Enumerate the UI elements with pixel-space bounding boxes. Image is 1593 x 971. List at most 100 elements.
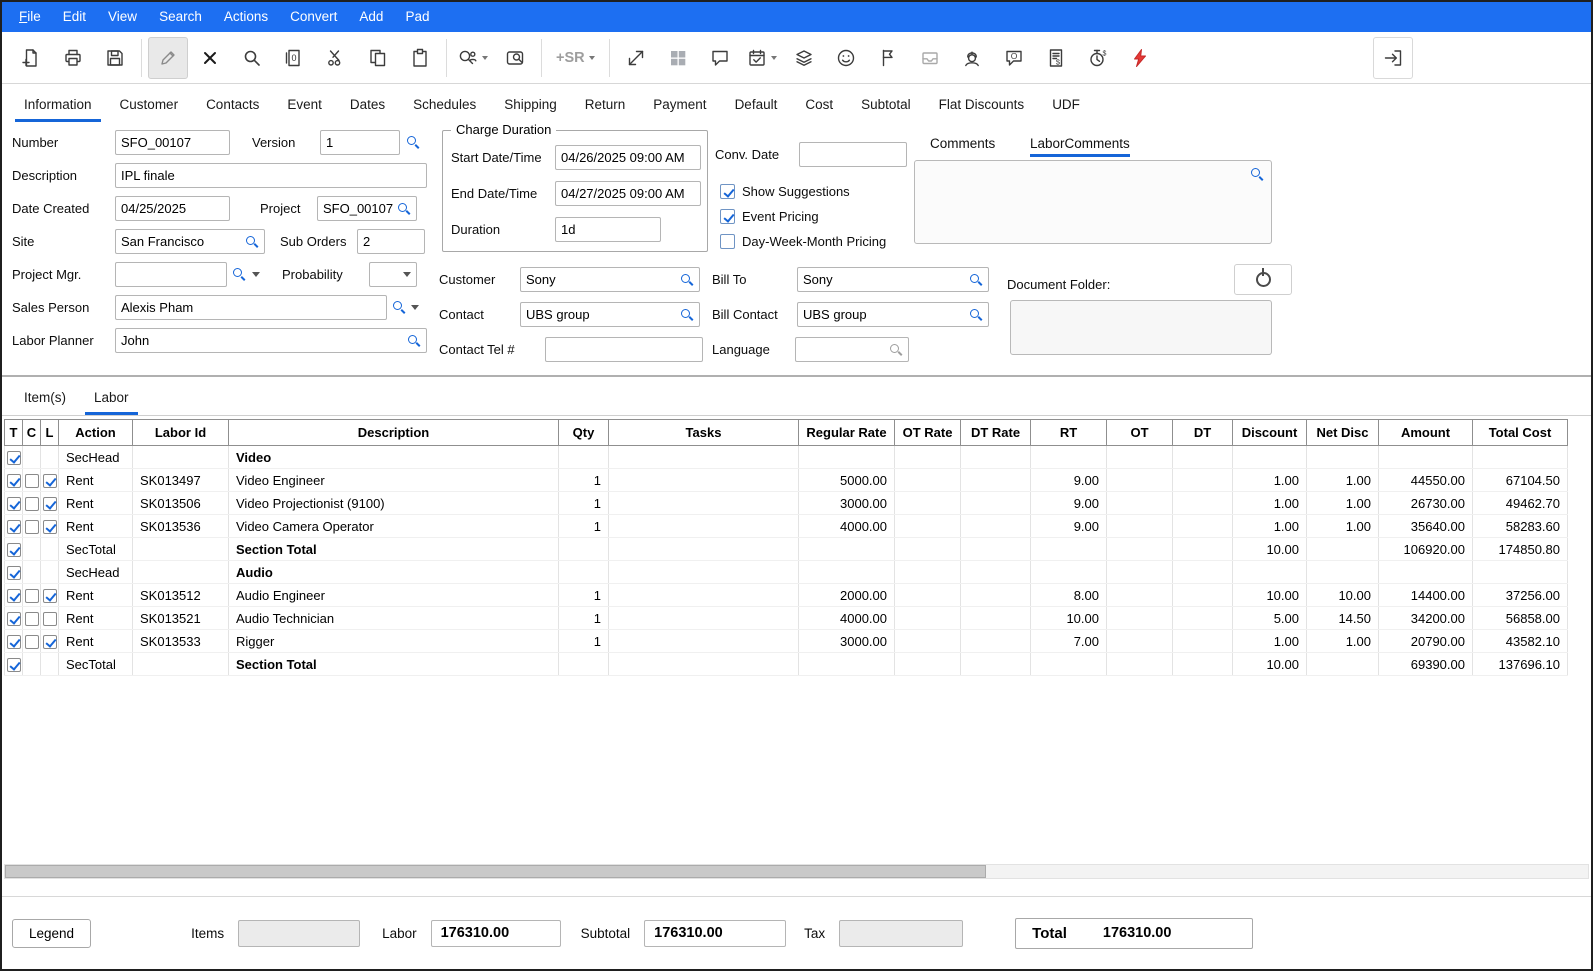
column-header-ot[interactable]: OT <box>1107 420 1173 446</box>
column-header-qty[interactable]: Qty <box>559 420 609 446</box>
column-header-action[interactable]: Action <box>59 420 133 446</box>
copy-button[interactable] <box>358 37 398 79</box>
row-checkbox-t[interactable] <box>7 520 21 534</box>
cell-check-l[interactable] <box>41 607 59 630</box>
contact-tel-field[interactable] <box>545 337 703 362</box>
row-checkbox-c[interactable] <box>25 474 39 488</box>
comment-button[interactable] <box>700 37 740 79</box>
row-checkbox-t[interactable] <box>7 589 21 603</box>
row-checkbox-c[interactable] <box>25 612 39 626</box>
print-button[interactable] <box>53 37 93 79</box>
view-find-button[interactable] <box>495 37 535 79</box>
show-suggestions-checkbox[interactable] <box>720 184 735 199</box>
save-button[interactable] <box>95 37 135 79</box>
cell-check-c[interactable] <box>23 469 41 492</box>
tab-shipping[interactable]: Shipping <box>490 88 571 122</box>
project-search-icon[interactable] <box>397 202 411 216</box>
subtab-labor[interactable]: Labor <box>80 381 143 415</box>
tab-return[interactable]: Return <box>571 88 640 122</box>
row-checkbox-l[interactable] <box>43 520 57 534</box>
row-checkbox-t[interactable] <box>7 543 21 557</box>
smiley-button[interactable] <box>826 37 866 79</box>
row-checkbox-l[interactable] <box>43 612 57 626</box>
copy-special-button[interactable]: 0 <box>274 37 314 79</box>
project-field[interactable]: SFO_00107 <box>317 196 417 221</box>
menu-item-add[interactable]: Add <box>348 2 394 32</box>
sales-person-dropdown-icon[interactable] <box>411 305 419 310</box>
flag-button[interactable] <box>868 37 908 79</box>
tab-flat-discounts[interactable]: Flat Discounts <box>925 88 1039 122</box>
probability-field[interactable] <box>369 262 417 287</box>
comments-search-icon[interactable] <box>1250 167 1264 181</box>
table-row[interactable]: RentSK013506Video Projectionist (9100)13… <box>5 492 1568 515</box>
sales-person-search-icon[interactable] <box>392 300 406 314</box>
customer-field[interactable]: Sony <box>520 267 700 292</box>
column-header-l[interactable]: L <box>41 420 59 446</box>
cell-check-t[interactable] <box>5 469 23 492</box>
site-search-icon[interactable] <box>245 235 259 249</box>
find-person-button[interactable] <box>453 37 493 79</box>
row-checkbox-c[interactable] <box>25 589 39 603</box>
project-mgr-search-icon[interactable] <box>232 267 246 281</box>
add-sr-button-button[interactable]: +SR <box>548 37 603 79</box>
project-mgr-field[interactable] <box>115 262 227 287</box>
row-checkbox-t[interactable] <box>7 474 21 488</box>
tab-cost[interactable]: Cost <box>791 88 847 122</box>
language-field[interactable] <box>795 337 909 362</box>
row-checkbox-t[interactable] <box>7 635 21 649</box>
menu-item-actions[interactable]: Actions <box>213 2 279 32</box>
row-checkbox-c[interactable] <box>25 520 39 534</box>
document-folder-box[interactable] <box>1010 300 1272 355</box>
table-row[interactable]: SecHeadAudio <box>5 561 1568 584</box>
labor-planner-search-icon[interactable] <box>407 334 421 348</box>
subtab-item-s[interactable]: Item(s) <box>10 381 80 415</box>
cell-check-t[interactable] <box>5 515 23 538</box>
sub-orders-field[interactable]: 2 <box>357 229 425 254</box>
tab-event[interactable]: Event <box>273 88 336 122</box>
column-header-description[interactable]: Description <box>229 420 559 446</box>
column-header-t[interactable]: T <box>5 420 23 446</box>
end-datetime-field[interactable]: 04/27/2025 09:00 AM <box>555 181 701 206</box>
language-search-icon[interactable] <box>889 343 903 357</box>
row-checkbox-t[interactable] <box>7 658 21 672</box>
site-field[interactable]: San Francisco <box>115 229 265 254</box>
grid-button[interactable] <box>658 37 698 79</box>
row-checkbox-l[interactable] <box>43 635 57 649</box>
cell-check-t[interactable] <box>5 653 23 676</box>
row-checkbox-c[interactable] <box>25 497 39 511</box>
cell-check-t[interactable] <box>5 492 23 515</box>
scrollbar-thumb[interactable] <box>5 865 986 878</box>
search-button[interactable] <box>232 37 272 79</box>
cell-check-l[interactable] <box>41 630 59 653</box>
menu-item-file[interactable]: File <box>8 2 52 32</box>
paste-button[interactable] <box>400 37 440 79</box>
row-checkbox-l[interactable] <box>43 497 57 511</box>
tab-laborcomments[interactable]: LaborComments <box>1030 136 1130 151</box>
lightning-button[interactable] <box>1120 37 1160 79</box>
cell-check-l[interactable] <box>41 584 59 607</box>
tab-customer[interactable]: Customer <box>106 88 193 122</box>
duration-field[interactable]: 1d <box>555 217 661 242</box>
menu-item-search[interactable]: Search <box>148 2 213 32</box>
column-header-ot-rate[interactable]: OT Rate <box>895 420 961 446</box>
labor-comments-textarea[interactable] <box>914 160 1272 244</box>
number-field[interactable]: SFO_00107 <box>115 130 230 155</box>
cell-check-t[interactable] <box>5 538 23 561</box>
column-header-c[interactable]: C <box>23 420 41 446</box>
speech-bubble-o-button[interactable]: O <box>994 37 1034 79</box>
expand-button[interactable] <box>616 37 656 79</box>
delete-x-button[interactable] <box>190 37 230 79</box>
tab-contacts[interactable]: Contacts <box>192 88 273 122</box>
version-search-icon[interactable] <box>406 135 420 149</box>
table-row[interactable]: RentSK013497Video Engineer15000.009.001.… <box>5 469 1568 492</box>
column-header-tasks[interactable]: Tasks <box>609 420 799 446</box>
row-checkbox-t[interactable] <box>7 612 21 626</box>
bill-contact-search-icon[interactable] <box>969 308 983 322</box>
tab-payment[interactable]: Payment <box>639 88 720 122</box>
cut-scissors-button[interactable] <box>316 37 356 79</box>
version-field[interactable]: 1 <box>320 130 400 155</box>
calendar-check-button[interactable] <box>742 37 782 79</box>
tab-comments[interactable]: Comments <box>930 136 995 151</box>
tab-default[interactable]: Default <box>721 88 792 122</box>
menu-item-view[interactable]: View <box>97 2 148 32</box>
